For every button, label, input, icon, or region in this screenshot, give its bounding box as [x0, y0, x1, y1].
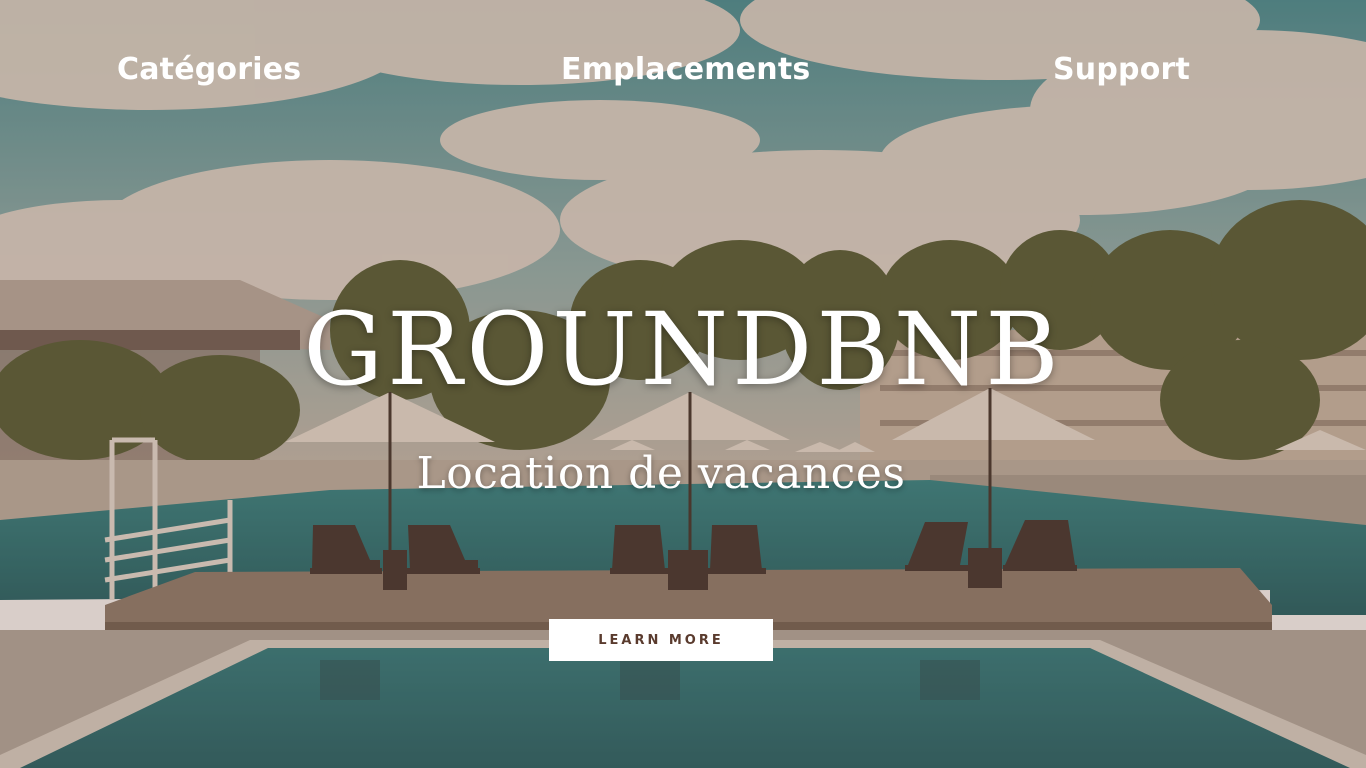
learn-more-button[interactable]: LEARN MORE	[549, 619, 773, 661]
nav-link-locations[interactable]: Emplacements	[561, 52, 810, 87]
nav-link-support[interactable]: Support	[1053, 52, 1190, 87]
hero-tagline: Location de vacances	[416, 448, 906, 499]
brand-title: GROUNDBNB	[303, 291, 1063, 408]
nav-link-categories[interactable]: Catégories	[117, 52, 301, 87]
